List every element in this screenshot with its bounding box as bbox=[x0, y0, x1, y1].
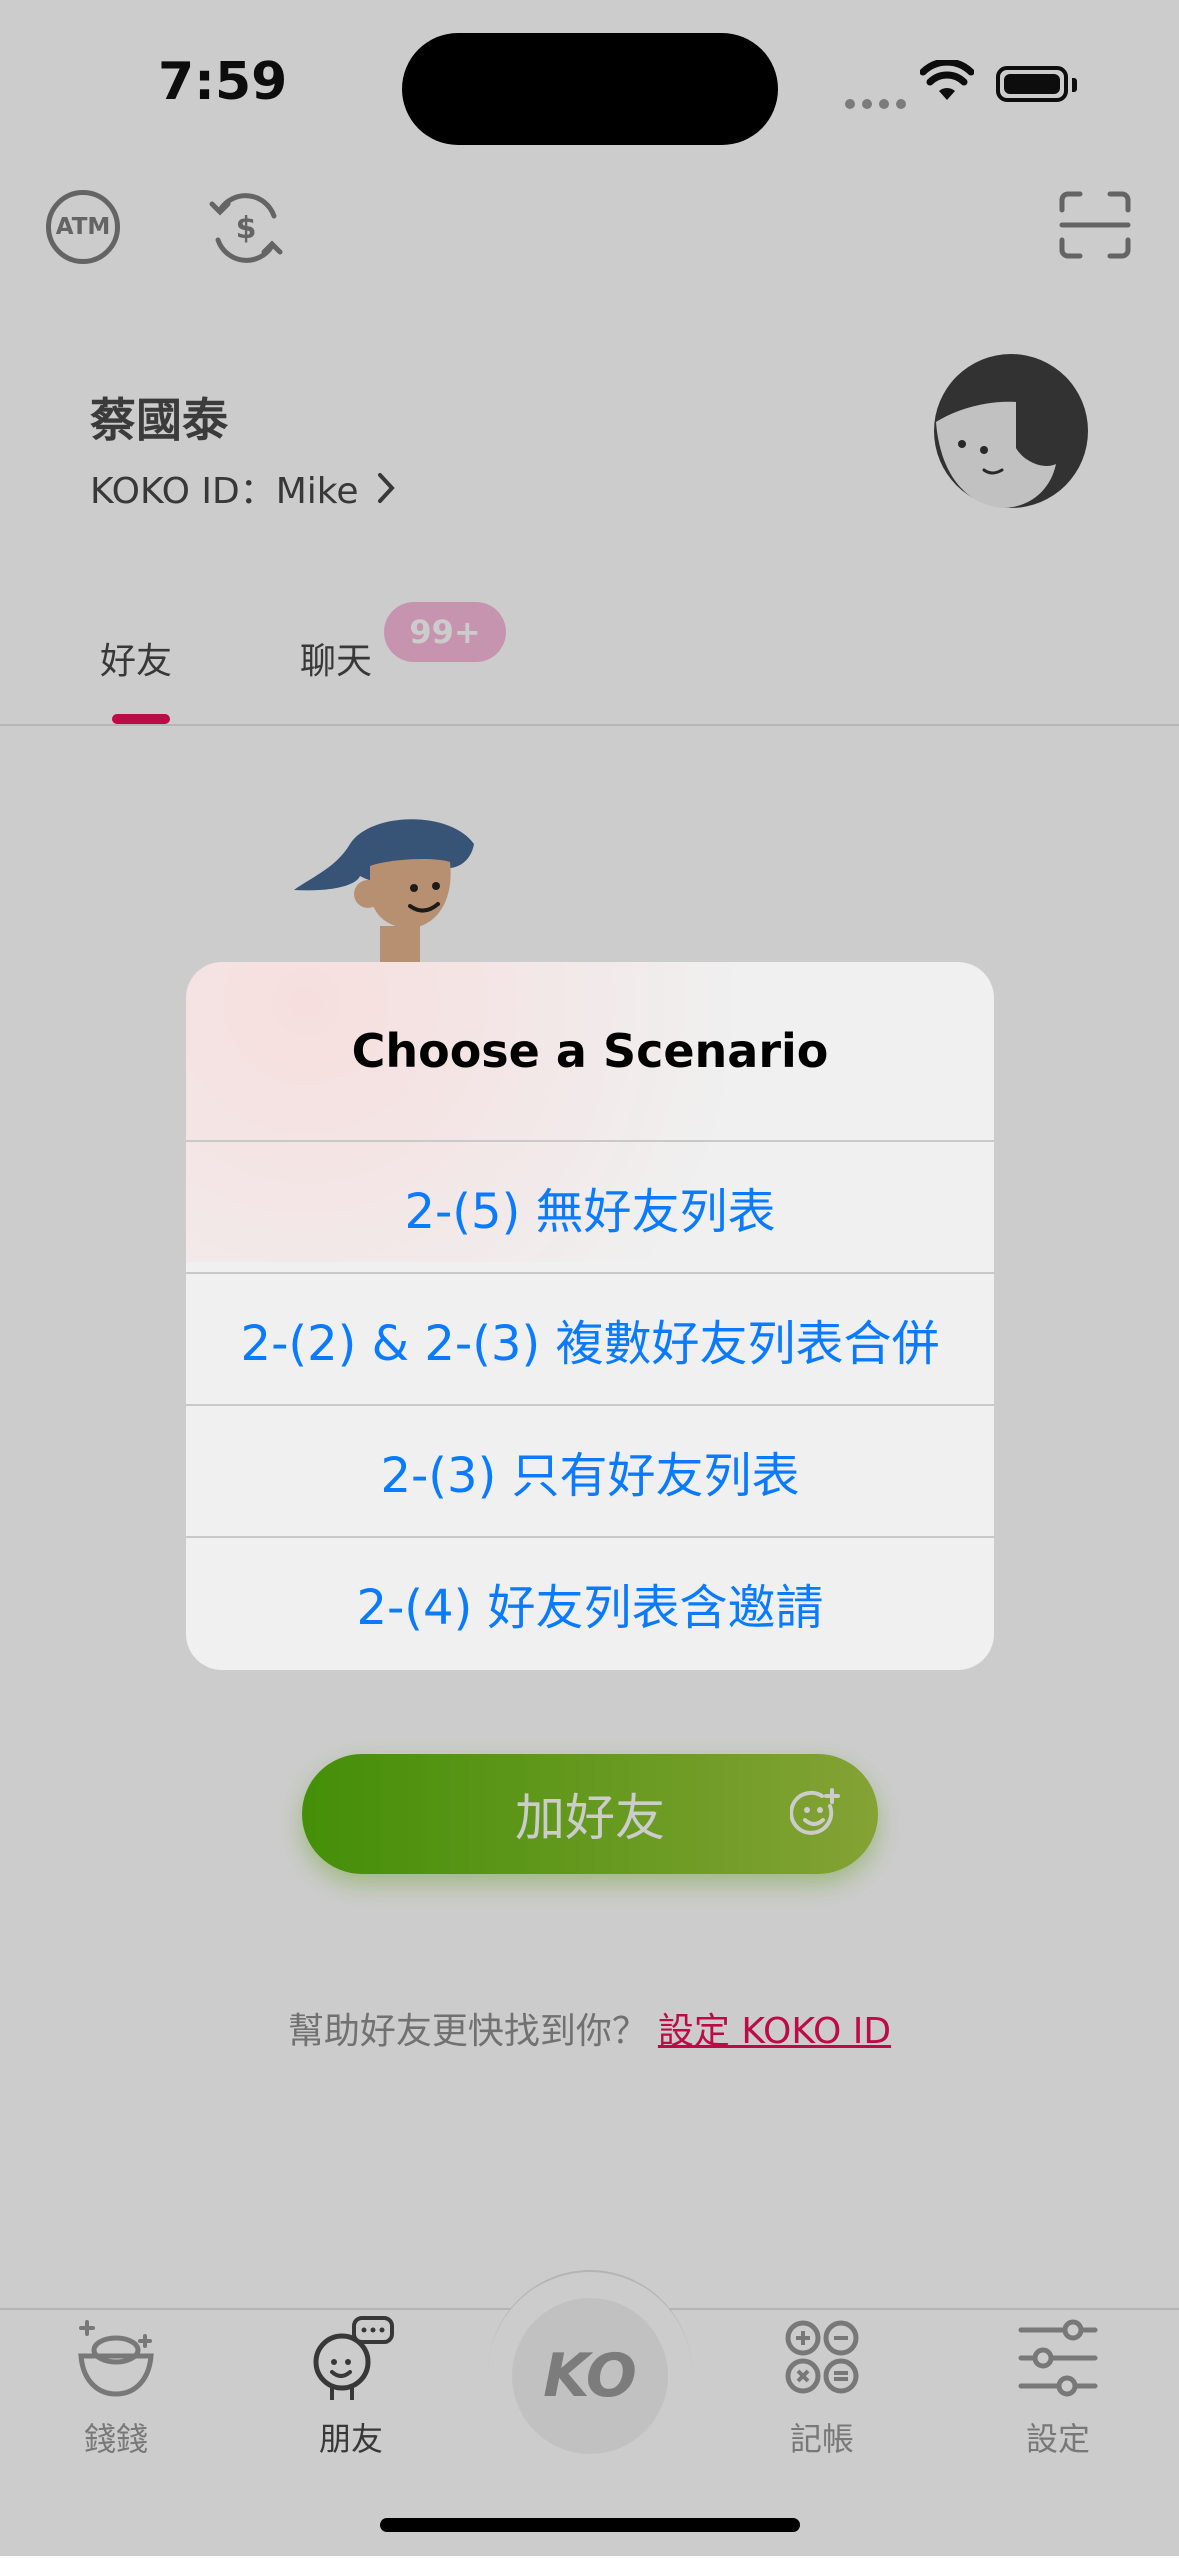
scenario-option-merged-friends[interactable]: 2-(2) & 2-(3) 複數好友列表合併 bbox=[186, 1272, 994, 1404]
scenario-alert: Choose a Scenario 2-(5) 無好友列表 2-(2) & 2-… bbox=[186, 962, 994, 1670]
scenario-option-no-friends[interactable]: 2-(5) 無好友列表 bbox=[186, 1140, 994, 1272]
alert-title: Choose a Scenario bbox=[351, 1024, 829, 1078]
scenario-option-friends-only[interactable]: 2-(3) 只有好友列表 bbox=[186, 1404, 994, 1536]
scenario-option-friends-with-invites[interactable]: 2-(4) 好友列表含邀請 bbox=[186, 1536, 994, 1668]
